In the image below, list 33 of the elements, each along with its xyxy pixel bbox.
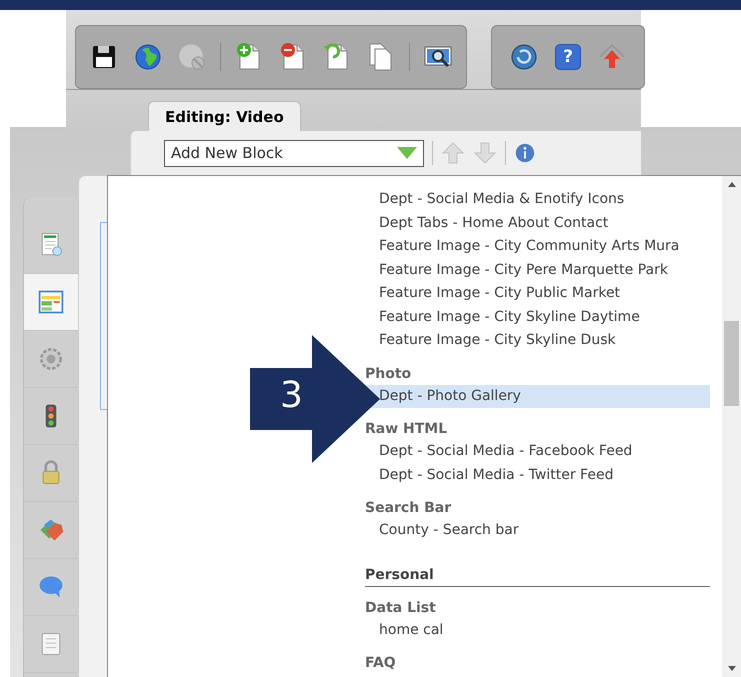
section-heading: Personal: [365, 562, 710, 586]
editing-tab[interactable]: Editing: Video: [148, 101, 301, 131]
scroll-down-icon[interactable]: [728, 666, 736, 671]
info-icon[interactable]: [514, 142, 536, 164]
scroll-up-icon[interactable]: [728, 182, 736, 187]
group-heading: Photo: [365, 364, 412, 384]
block-option[interactable]: home cal: [365, 618, 710, 642]
block-option[interactable]: Dept - Photo Gallery: [365, 384, 710, 408]
gear-icon[interactable]: [37, 345, 65, 373]
up-arrow-icon[interactable]: [441, 141, 465, 165]
block-option[interactable]: Feature Image - City Community Arts Mura: [365, 235, 710, 258]
step-number: 3: [280, 378, 303, 414]
block-option[interactable]: Feature Image - City Skyline Daytime: [365, 306, 710, 329]
group-heading: Search Bar: [365, 499, 452, 518]
add-block-dropdown[interactable]: Add New Block: [164, 140, 424, 166]
dropdown-caret-icon: [397, 147, 417, 159]
block-option[interactable]: Feature Image - City Pere Marquette Park: [365, 258, 710, 282]
block-option[interactable]: Dept Tabs - Home About Contact: [365, 212, 710, 235]
down-arrow-icon[interactable]: [473, 141, 497, 165]
block-option[interactable]: Feature Image - City Public Market: [365, 282, 710, 306]
block-option[interactable]: Dept - Social Media - Twitter Feed: [365, 464, 710, 487]
scrollbar[interactable]: [722, 176, 741, 677]
block-option[interactable]: Dept - Social Media & Enotify Icons: [365, 188, 710, 212]
group-heading: Raw HTML: [365, 420, 448, 439]
scrollbar-thumb[interactable]: [724, 321, 739, 406]
layout-icon[interactable]: [37, 288, 65, 316]
group-heading: Data List: [365, 598, 437, 618]
block-option[interactable]: Dept - Social Media - Facebook Feed: [365, 440, 710, 464]
block-option[interactable]: County - Search bar: [365, 519, 710, 542]
help-button[interactable]: ?: [555, 44, 581, 70]
sidebar-tab[interactable]: [24, 274, 78, 331]
block-option[interactable]: Feature Image - City Skyline Dusk: [365, 329, 710, 352]
group-heading: FAQ: [365, 654, 397, 673]
